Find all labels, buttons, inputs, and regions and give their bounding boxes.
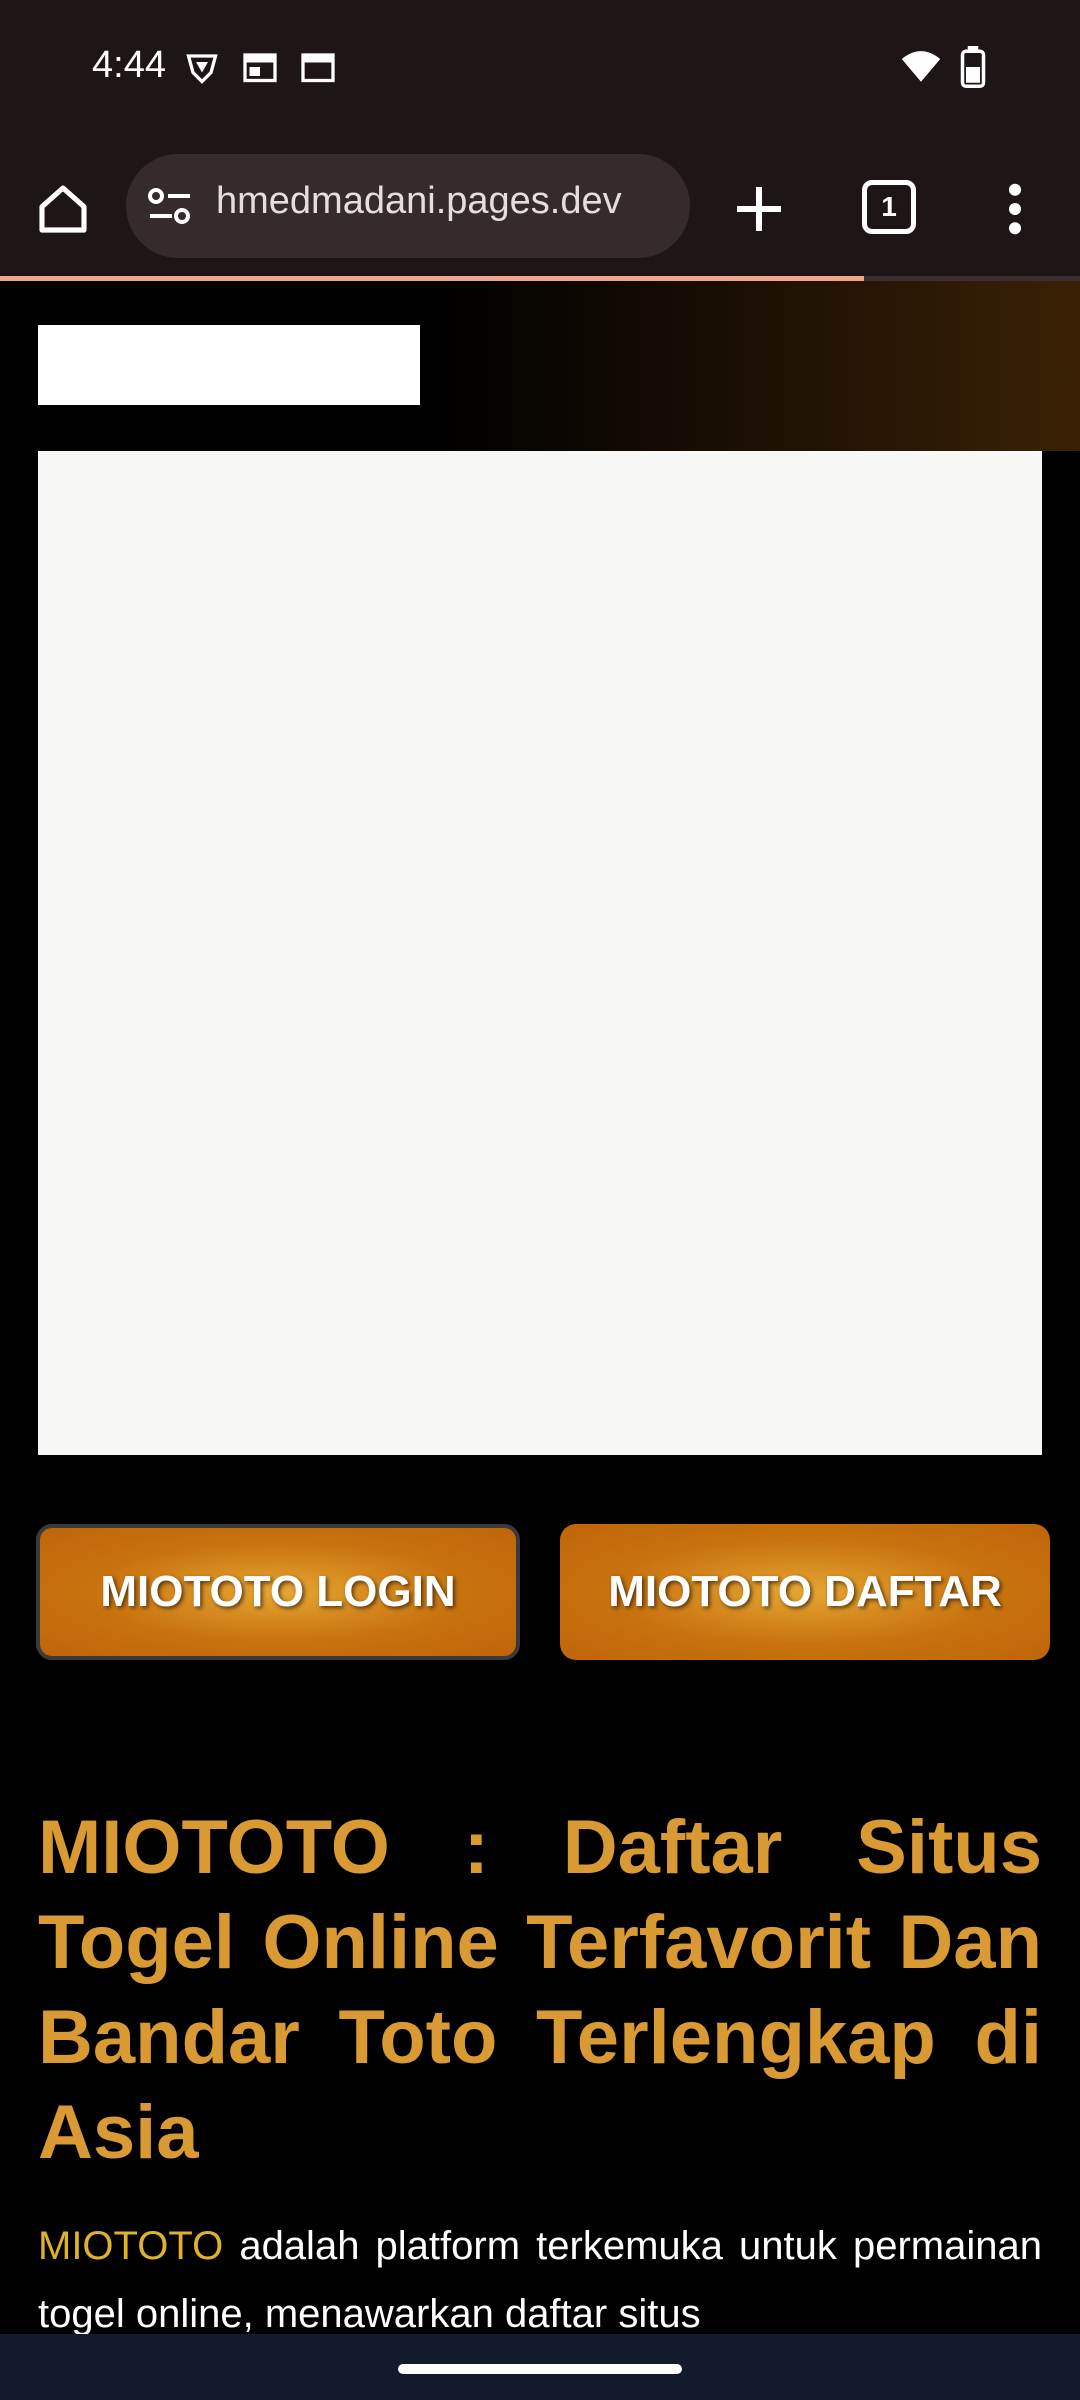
home-icon [39, 185, 87, 233]
home-button[interactable] [30, 176, 96, 242]
gesture-handle[interactable] [398, 2364, 682, 2374]
tab-count: 1 [881, 191, 897, 222]
vpn-shield-icon [186, 54, 218, 84]
browser-toolbar: hmedmadani.pages.dev 1 [0, 136, 1080, 278]
overflow-menu-button[interactable] [990, 176, 1040, 242]
plus-icon [737, 187, 781, 231]
url-text[interactable]: hmedmadani.pages.dev [216, 180, 676, 223]
site-header [0, 281, 1080, 451]
system-nav-bar [0, 2334, 1080, 2400]
new-tab-button[interactable] [726, 176, 792, 242]
calendar-icon [301, 53, 335, 83]
status-bar: 4:44 [0, 0, 1080, 136]
tab-switcher-button[interactable]: 1 [862, 180, 916, 234]
intro-paragraph: MIOTOTO adalah platform terkemuka untuk … [38, 2212, 1042, 2348]
wifi-icon [901, 51, 941, 82]
more-vert-icon [1008, 183, 1022, 235]
address-bar[interactable]: hmedmadani.pages.dev [126, 154, 690, 258]
battery-icon [960, 46, 986, 88]
hero-banner-image [38, 451, 1042, 1455]
page-title: MIOTOTO : Daftar Situs Togel Online Terf… [38, 1805, 1042, 2175]
site-settings-icon[interactable] [146, 184, 194, 228]
status-time: 4:44 [92, 44, 166, 86]
calendar-icon [243, 53, 277, 83]
login-button[interactable]: MIOTOTO LOGIN [36, 1524, 520, 1660]
register-button[interactable]: MIOTOTO DAFTAR [560, 1524, 1050, 1660]
brand-link[interactable]: MIOTOTO [38, 2224, 223, 2268]
site-logo[interactable] [38, 325, 420, 405]
